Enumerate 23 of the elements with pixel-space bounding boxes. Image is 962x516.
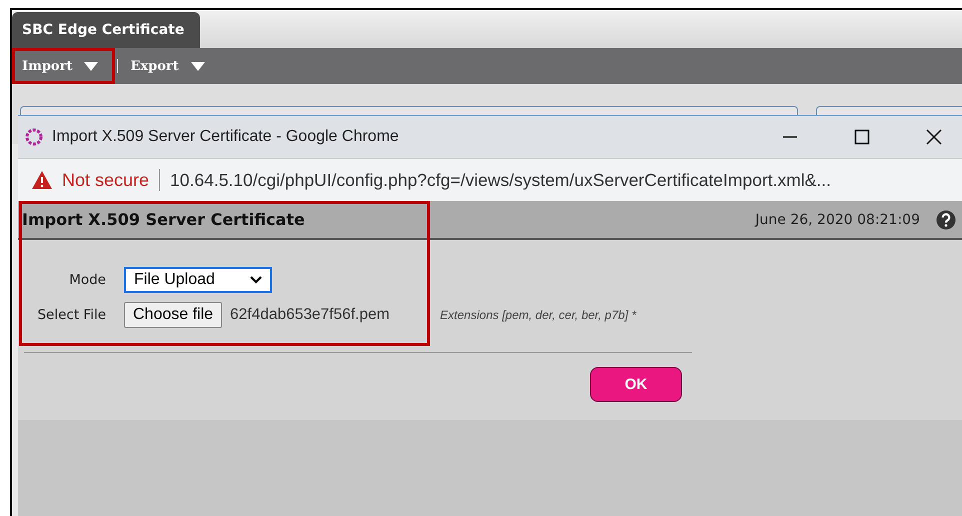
warning-icon [32, 171, 52, 189]
chevron-icon [250, 276, 262, 284]
security-label[interactable]: Not secure [62, 170, 150, 190]
choose-file-button[interactable]: Choose file [124, 302, 222, 328]
page-title: Import X.509 Server Certificate [22, 210, 305, 229]
mode-select[interactable]: File Upload [124, 266, 272, 292]
file-name: 62f4dab653e7f56f.pem [230, 306, 390, 324]
field-label: Mode [68, 272, 106, 288]
close-icon[interactable] [926, 129, 942, 145]
app-tab[interactable]: SBC Edge Certificate [12, 12, 200, 48]
extensions-hint: Extensions [pem, der, cer, ber, p7b] * [440, 308, 636, 322]
field-label: Select File [36, 306, 106, 322]
ok-button[interactable]: OK [590, 367, 682, 402]
window-title: Import X.509 Server Certificate - Google Chrome [52, 128, 399, 146]
menu-button[interactable]: Import [12, 48, 116, 84]
caret-icon [190, 62, 205, 70]
menu-button[interactable]: Export [120, 48, 222, 84]
maximize-icon[interactable] [854, 129, 870, 145]
caret-icon [84, 62, 98, 70]
url-text[interactable]: 10.64.5.10/cgi/phpUI/config.php?cfg=/views/system/uxServerCertificateImport.xml&... [170, 170, 831, 190]
timestamp: June 26, 2020 08:21:09 [755, 212, 920, 228]
ring-logo-icon [24, 127, 44, 147]
help-icon[interactable] [936, 210, 956, 230]
